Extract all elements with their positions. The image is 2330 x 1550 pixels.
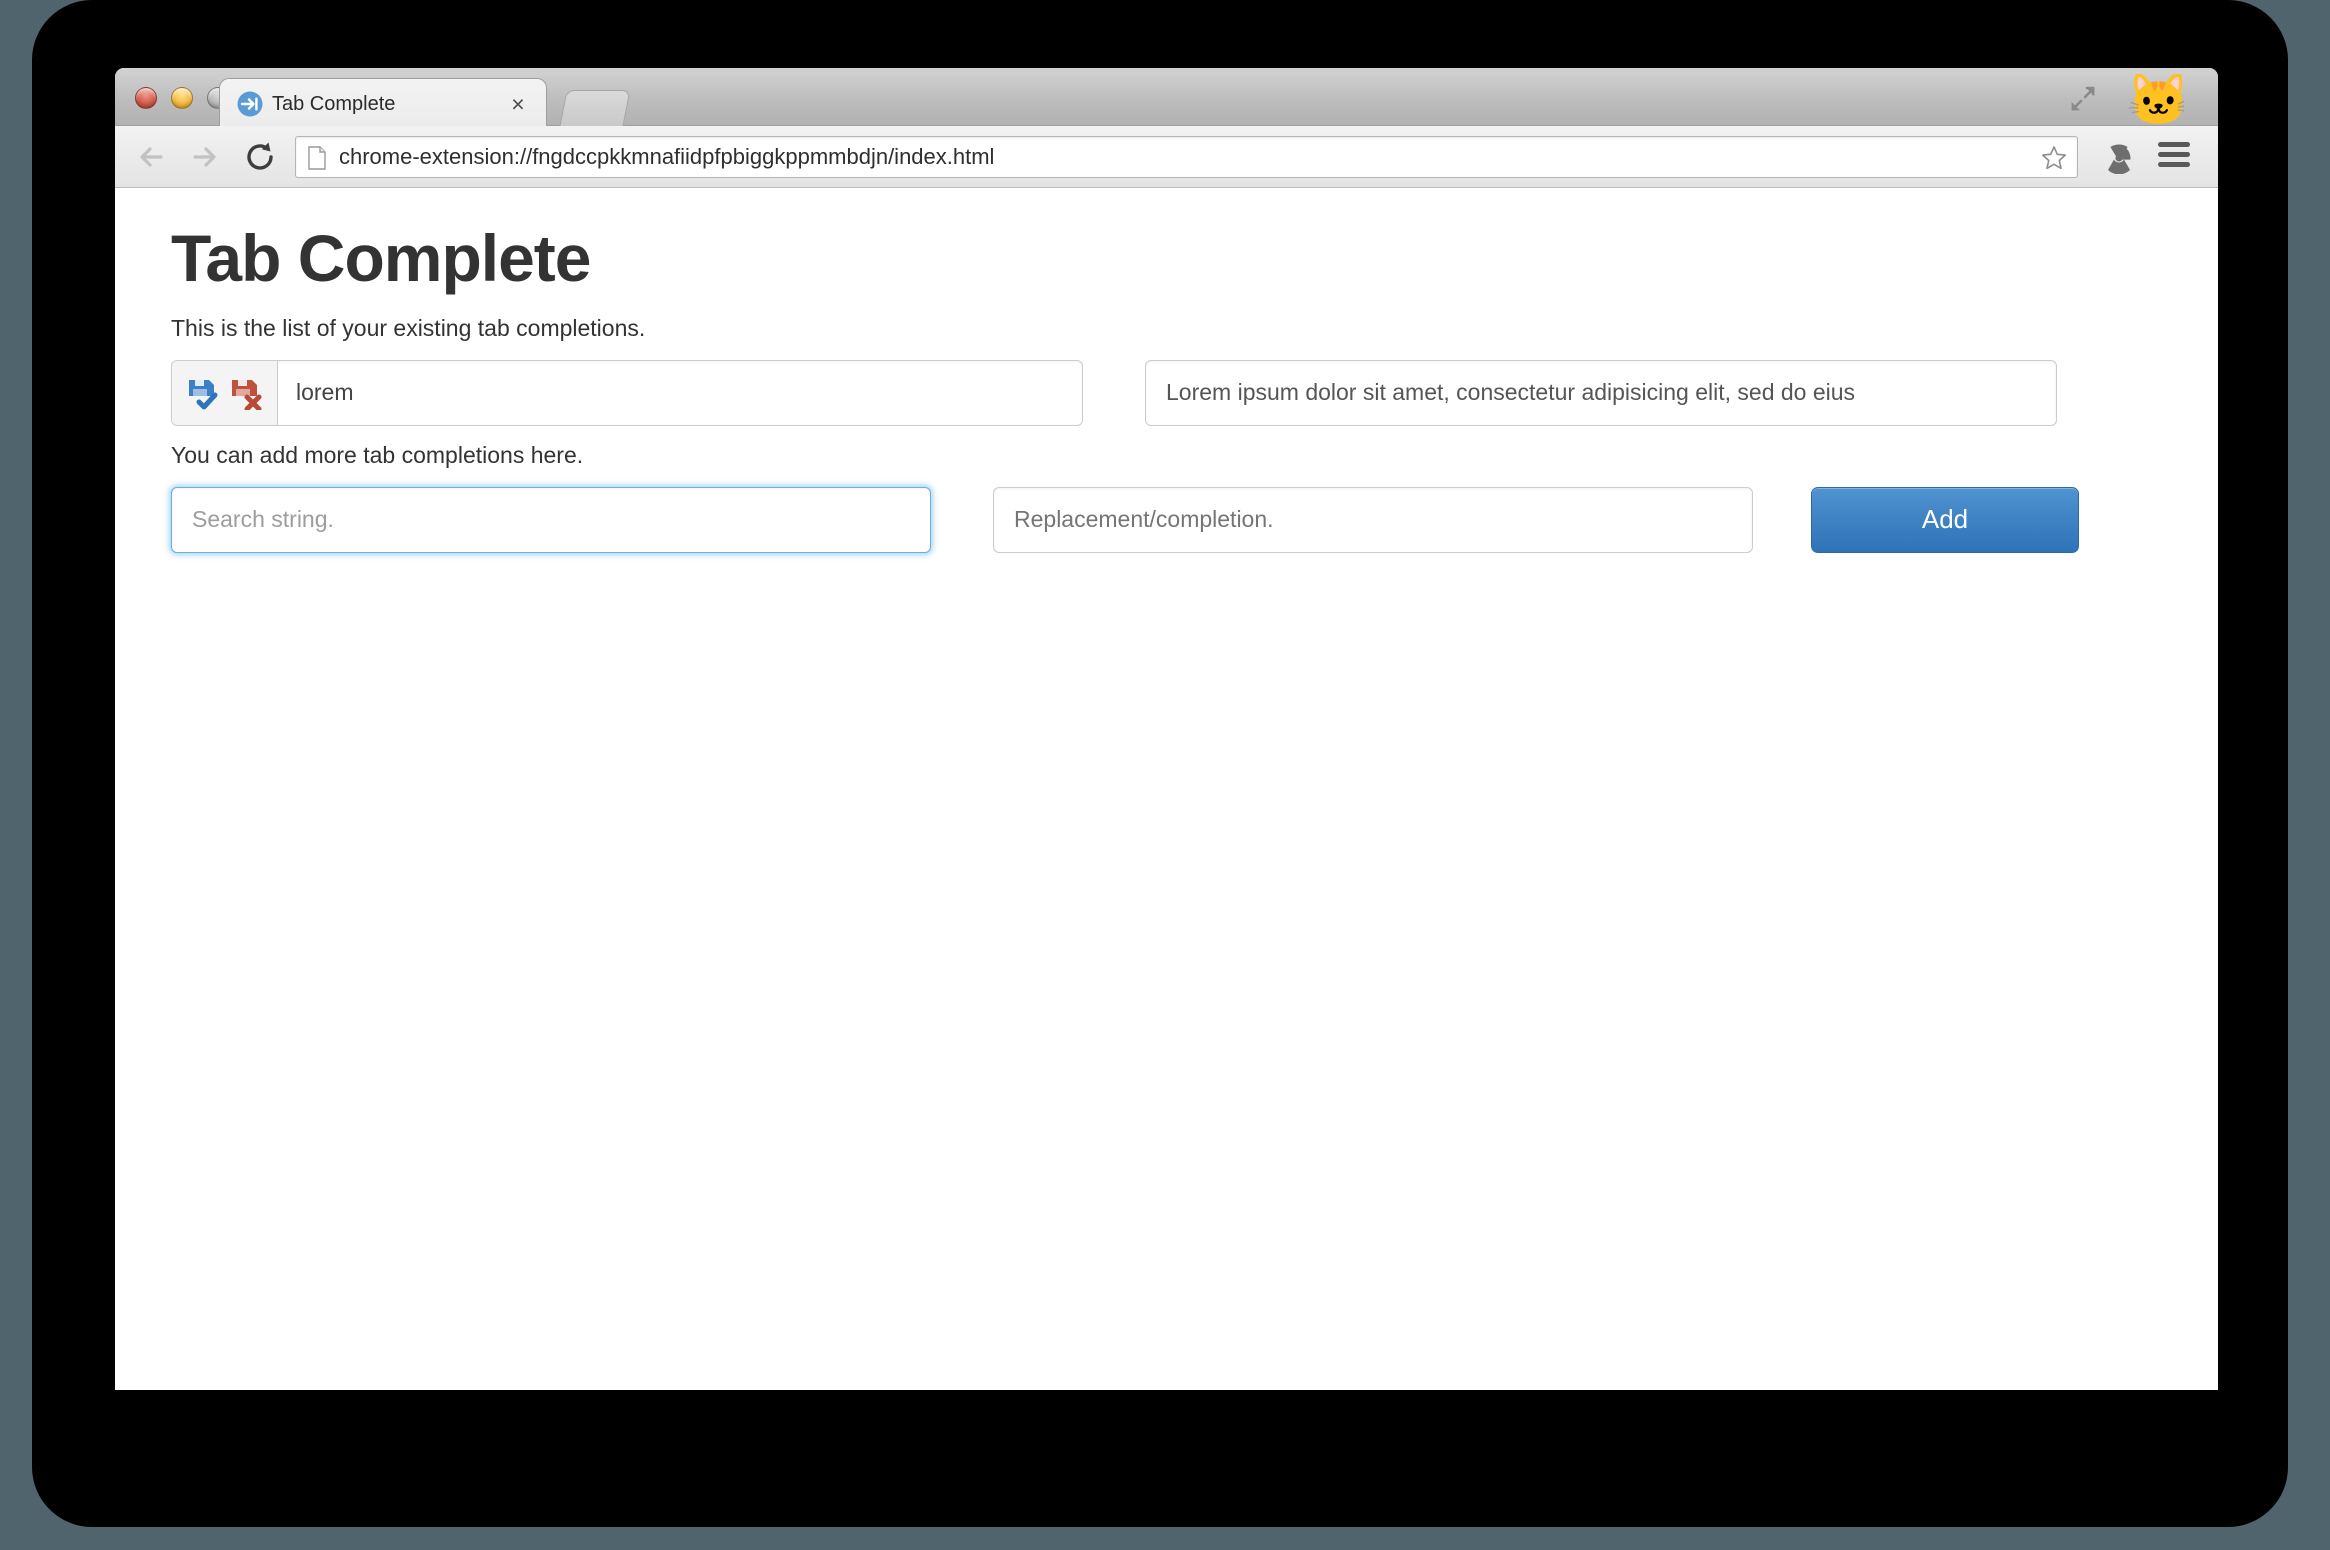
radiation-icon[interactable] — [2102, 140, 2136, 175]
delete-floppy-x-icon[interactable] — [229, 376, 263, 412]
menu-bar-1 — [2158, 142, 2190, 147]
window-controls — [135, 87, 229, 109]
browser-toolbar: chrome-extension://fngdccpkkmnafiidpfpbi… — [115, 126, 2218, 188]
add-completion-row: Add — [171, 486, 2162, 553]
existing-search-group — [171, 359, 1083, 426]
add-more-description: You can add more tab completions here. — [171, 441, 584, 468]
page-title: Tab Complete — [171, 221, 591, 295]
completion-row — [171, 359, 2162, 426]
reload-icon[interactable] — [241, 138, 279, 176]
menu-bar-2 — [2158, 152, 2190, 157]
hamburger-menu-icon[interactable] — [2158, 142, 2190, 170]
document-icon — [307, 146, 327, 170]
row-action-buttons — [172, 360, 278, 425]
browser-tab[interactable]: Tab Complete × — [219, 78, 547, 126]
tab-title: Tab Complete — [272, 93, 396, 115]
save-floppy-check-icon[interactable] — [186, 376, 220, 410]
tab-strip: Tab Complete × 🐱 — [115, 68, 2218, 126]
browser-window: Tab Complete × 🐱 chrome-extension://fngd… — [115, 68, 2218, 1390]
url-text: chrome-extension://fngdccpkkmnafiidpfpbi… — [339, 144, 995, 169]
tab-key-icon — [237, 91, 263, 117]
forward-arrow-icon[interactable] — [185, 138, 223, 176]
replacement-input[interactable] — [993, 486, 1753, 553]
address-bar[interactable]: chrome-extension://fngdccpkkmnafiidpfpbi… — [295, 136, 2078, 178]
star-icon[interactable] — [2041, 145, 2067, 171]
existing-search-input[interactable] — [278, 360, 1082, 425]
back-arrow-icon[interactable] — [133, 138, 171, 176]
expand-arrows-icon[interactable] — [2068, 84, 2098, 114]
avatar[interactable]: 🐱 — [2126, 74, 2184, 126]
close-icon[interactable]: × — [506, 92, 530, 116]
page-content: Tab Complete This is the list of your ex… — [115, 188, 2218, 1390]
close-window-button[interactable] — [135, 87, 157, 109]
existing-replacement-input[interactable] — [1145, 359, 2057, 426]
menu-bar-3 — [2158, 162, 2190, 167]
add-button[interactable]: Add — [1811, 486, 2079, 553]
search-input[interactable] — [171, 486, 931, 553]
minimize-window-button[interactable] — [171, 87, 193, 109]
new-tab-button[interactable] — [559, 90, 631, 126]
existing-list-description: This is the list of your existing tab co… — [171, 314, 646, 341]
